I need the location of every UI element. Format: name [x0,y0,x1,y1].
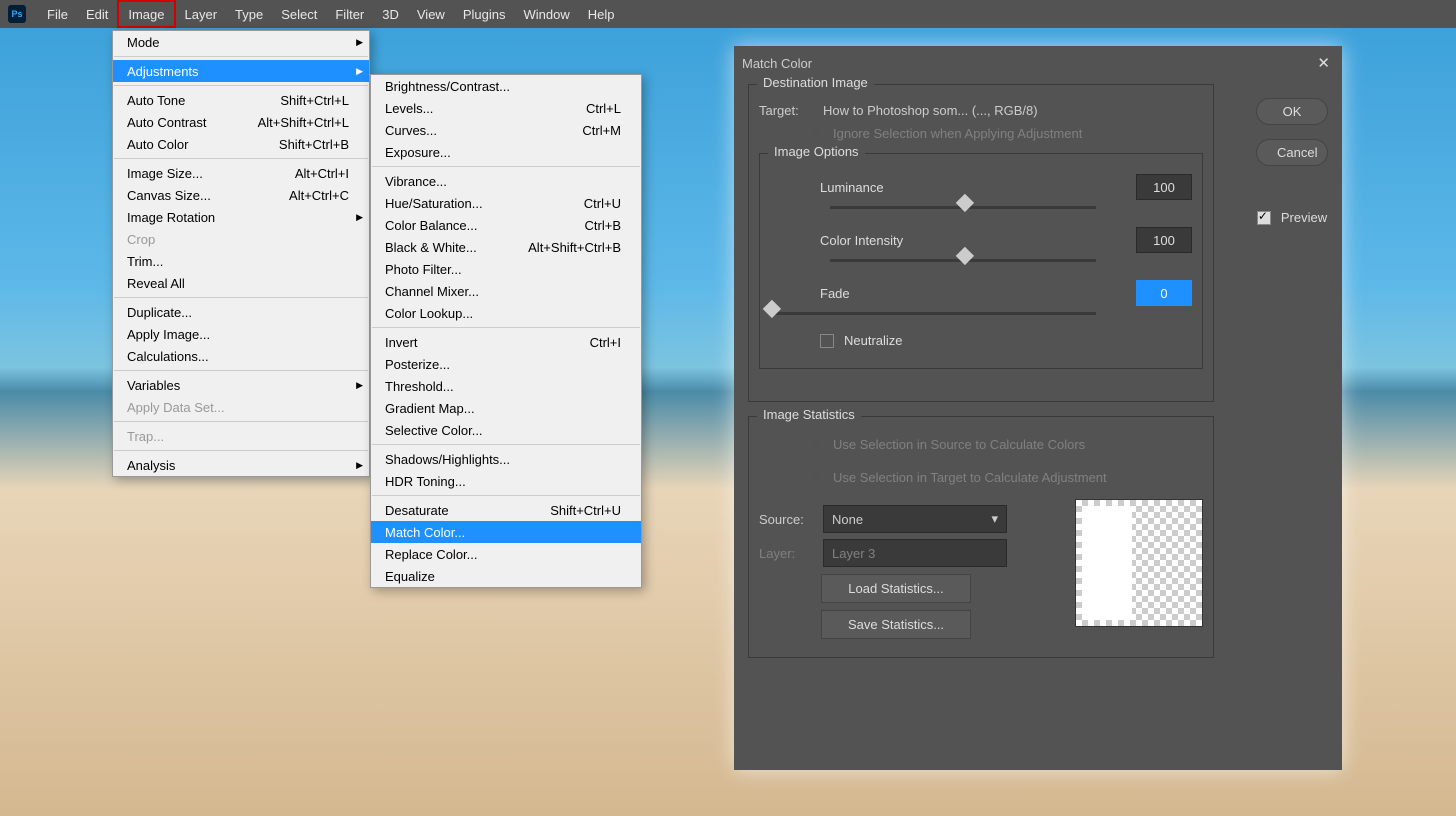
menu-window[interactable]: Window [514,0,578,28]
mi-gradient-map[interactable]: Gradient Map... [371,397,641,419]
menubar: Ps File Edit Image Layer Type Select Fil… [0,0,1456,28]
mi-auto-tone[interactable]: Auto ToneShift+Ctrl+L [113,89,369,111]
mi-invert[interactable]: InvertCtrl+I [371,331,641,353]
mi-image-rotation[interactable]: Image Rotation▶ [113,206,369,228]
mi-reveal-all[interactable]: Reveal All [113,272,369,294]
use-src-label: Use Selection in Source to Calculate Col… [833,437,1085,452]
mi-vibrance[interactable]: Vibrance... [371,170,641,192]
mi-mode[interactable]: Mode▶ [113,31,369,53]
menu-layer[interactable]: Layer [176,0,227,28]
mi-color-balance[interactable]: Color Balance...Ctrl+B [371,214,641,236]
mi-trap: Trap... [113,425,369,447]
color-intensity-input[interactable]: 100 [1136,227,1192,253]
mi-crop: Crop [113,228,369,250]
mi-auto-color[interactable]: Auto ColorShift+Ctrl+B [113,133,369,155]
menu-image[interactable]: Image [117,0,175,28]
menu-3d[interactable]: 3D [373,0,408,28]
neutralize-checkbox[interactable] [820,334,834,348]
neutralize-label: Neutralize [844,333,903,348]
save-statistics-button[interactable]: Save Statistics... [821,610,971,639]
load-statistics-button[interactable]: Load Statistics... [821,574,971,603]
dialog-title: Match Color [742,56,812,71]
mi-selective-color[interactable]: Selective Color... [371,419,641,441]
target-value: How to Photoshop som... (..., RGB/8) [823,103,1038,118]
menu-help[interactable]: Help [579,0,624,28]
color-intensity-slider[interactable] [830,259,1096,262]
menu-plugins[interactable]: Plugins [454,0,515,28]
mi-hdr-toning[interactable]: HDR Toning... [371,470,641,492]
chevron-right-icon: ▶ [356,380,363,391]
mi-trim[interactable]: Trim... [113,250,369,272]
ps-logo-icon: Ps [8,5,26,23]
mi-match-color[interactable]: Match Color... [371,521,641,543]
menu-view[interactable]: View [408,0,454,28]
mi-posterize[interactable]: Posterize... [371,353,641,375]
image-menu-dropdown: Mode▶ Adjustments▶ Auto ToneShift+Ctrl+L… [112,30,370,477]
luminance-input[interactable]: 100 [1136,174,1192,200]
mi-equalize[interactable]: Equalize [371,565,641,587]
mi-color-lookup[interactable]: Color Lookup... [371,302,641,324]
mi-brightness-contrast[interactable]: Brightness/Contrast... [371,75,641,97]
mi-adjustments[interactable]: Adjustments▶ [113,60,369,82]
menu-select[interactable]: Select [272,0,326,28]
fade-slider[interactable] [770,312,1096,315]
chevron-right-icon: ▶ [356,460,363,471]
image-options-legend: Image Options [768,144,865,159]
mi-black-white[interactable]: Black & White...Alt+Shift+Ctrl+B [371,236,641,258]
layer-select: Layer 3 [823,539,1007,567]
preview-label: Preview [1281,210,1327,225]
mi-photo-filter[interactable]: Photo Filter... [371,258,641,280]
cancel-button[interactable]: Cancel [1256,139,1328,166]
ignore-checkbox [809,127,823,141]
mi-apply-data-set: Apply Data Set... [113,396,369,418]
source-select[interactable]: None▾ [823,505,1007,533]
menu-edit[interactable]: Edit [77,0,117,28]
luminance-slider[interactable] [830,206,1096,209]
mi-calculations[interactable]: Calculations... [113,345,369,367]
menu-file[interactable]: File [38,0,77,28]
preview-checkbox[interactable] [1257,211,1271,225]
menu-filter[interactable]: Filter [326,0,373,28]
mi-levels[interactable]: Levels...Ctrl+L [371,97,641,119]
image-statistics-legend: Image Statistics [757,407,861,422]
fade-label: Fade [820,286,850,301]
target-label: Target: [759,103,823,118]
mi-curves[interactable]: Curves...Ctrl+M [371,119,641,141]
mi-variables[interactable]: Variables▶ [113,374,369,396]
color-intensity-label: Color Intensity [820,233,903,248]
source-preview [1075,499,1203,627]
luminance-label: Luminance [820,180,884,195]
use-tgt-checkbox [809,471,823,485]
chevron-down-icon: ▾ [991,511,998,527]
menu-type[interactable]: Type [226,0,272,28]
mi-apply-image[interactable]: Apply Image... [113,323,369,345]
mi-hue-saturation[interactable]: Hue/Saturation...Ctrl+U [371,192,641,214]
fade-input[interactable]: 0 [1136,280,1192,306]
mi-analysis[interactable]: Analysis▶ [113,454,369,476]
mi-shadows-highlights[interactable]: Shadows/Highlights... [371,448,641,470]
mi-replace-color[interactable]: Replace Color... [371,543,641,565]
use-src-checkbox [809,438,823,452]
mi-threshold[interactable]: Threshold... [371,375,641,397]
chevron-right-icon: ▶ [356,66,363,77]
layer-label: Layer: [759,546,823,561]
mi-image-size[interactable]: Image Size...Alt+Ctrl+I [113,162,369,184]
chevron-right-icon: ▶ [356,212,363,223]
ok-button[interactable]: OK [1256,98,1328,125]
match-color-dialog: Match Color ✕ OK Cancel Preview Destinat… [734,46,1342,770]
mi-exposure[interactable]: Exposure... [371,141,641,163]
chevron-right-icon: ▶ [356,37,363,48]
source-label: Source: [759,512,823,527]
ignore-label: Ignore Selection when Applying Adjustmen… [833,126,1082,141]
mi-duplicate[interactable]: Duplicate... [113,301,369,323]
use-tgt-label: Use Selection in Target to Calculate Adj… [833,470,1107,485]
mi-canvas-size[interactable]: Canvas Size...Alt+Ctrl+C [113,184,369,206]
mi-auto-contrast[interactable]: Auto ContrastAlt+Shift+Ctrl+L [113,111,369,133]
destination-legend: Destination Image [757,75,874,90]
mi-channel-mixer[interactable]: Channel Mixer... [371,280,641,302]
mi-desaturate[interactable]: DesaturateShift+Ctrl+U [371,499,641,521]
adjustments-submenu: Brightness/Contrast... Levels...Ctrl+L C… [370,74,642,588]
close-icon[interactable]: ✕ [1317,54,1330,72]
